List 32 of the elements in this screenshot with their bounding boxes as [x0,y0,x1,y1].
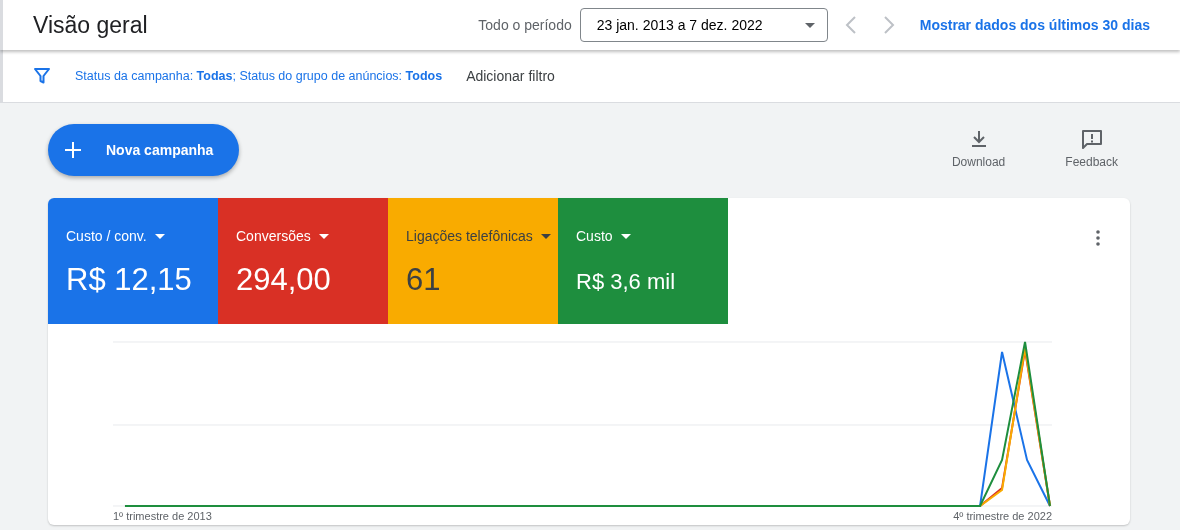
metric-value: R$ 12,15 [66,261,193,299]
metric-value: 61 [406,261,442,299]
period-label: Todo o período [478,15,572,35]
metric-label: Custo / conv. [66,227,147,246]
metric-tile[interactable]: Ligações telefônicas 61 [388,198,558,324]
x-axis-label: 4º trimestre de 2022 [953,509,1052,524]
metric-value: 294,00 [236,261,332,299]
page-title: Visão geral [33,10,148,40]
caret-icon [154,234,165,239]
caret-icon [804,22,815,28]
download-button[interactable]: Download [951,129,1006,171]
metric-label: Custo [576,227,613,246]
feedback-button[interactable]: Feedback [1065,129,1118,171]
date-range-dropdown[interactable]: 23 jan. 2013 a 7 dez. 2022 [579,8,828,42]
new-campaign-button[interactable]: Nova campanha [48,124,240,176]
metric-tile[interactable]: Custo R$ 3,6 mil [558,198,728,324]
metric-label: Conversões [236,227,311,246]
caret-icon [318,234,329,239]
caret-icon [540,234,551,239]
more-options-icon[interactable] [1096,230,1100,246]
metric-tile[interactable]: Conversões 294,00 [218,198,388,324]
plus-icon [64,141,82,159]
feedback-icon [1080,129,1103,149]
metric-tile[interactable]: Custo / conv. R$ 12,15 [48,198,218,324]
caret-icon [620,234,631,239]
metric-value: R$ 3,6 mil [576,268,677,296]
x-axis-label: 1º trimestre de 2013 [113,509,212,524]
add-filter-button[interactable]: Adicionar filtro [466,65,555,87]
filter-icon[interactable] [33,67,51,85]
filter-summary[interactable]: Status da campanha: Todas; Status do grupo de anúncios: Todos [75,66,443,86]
metric-label: Ligações telefônicas [406,227,533,246]
last-30-days-link[interactable]: Mostrar dados dos últimos 30 dias [919,14,1150,36]
